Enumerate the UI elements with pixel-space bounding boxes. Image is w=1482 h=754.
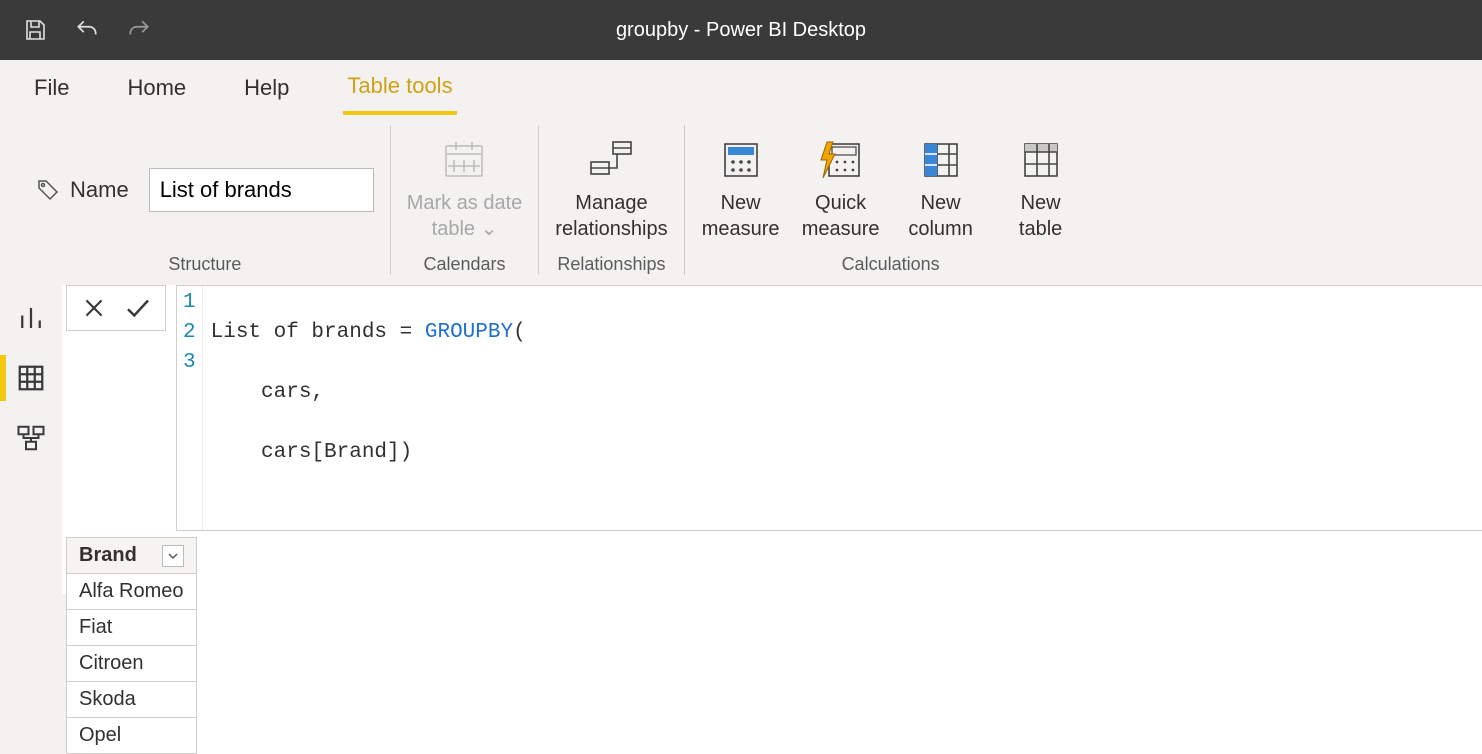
formula-controls [66, 285, 166, 331]
view-rail [0, 285, 62, 594]
model-icon [16, 423, 46, 453]
new-table-button[interactable]: New table [1001, 138, 1081, 242]
chevron-down-icon [167, 550, 179, 562]
model-view-button[interactable] [4, 411, 58, 465]
filter-dropdown-button[interactable] [162, 545, 184, 567]
ribbon-tabs: File Home Help Table tools [0, 60, 1482, 115]
undo-icon[interactable] [72, 15, 102, 45]
chevron-down-icon: ⌄ [481, 218, 498, 240]
group-label-structure: Structure [168, 254, 241, 281]
new-column-button[interactable]: New column [901, 138, 981, 242]
new-measure-button[interactable]: New measure [701, 138, 781, 242]
title-bar: groupby - Power BI Desktop [0, 0, 1482, 60]
relationships-icon [587, 138, 635, 182]
new-table-icon [1017, 138, 1065, 182]
quick-access-toolbar [20, 15, 154, 45]
cancel-formula-button[interactable] [77, 291, 111, 325]
name-label: Name [36, 177, 129, 203]
workspace: 1 2 3 List of brands = GROUPBY( cars, ca… [0, 285, 1482, 594]
table-name-input[interactable] [149, 168, 374, 212]
tag-icon [36, 178, 60, 202]
ribbon: Name Structure Mark as date [0, 115, 1482, 285]
table-row[interactable]: Opel [67, 718, 197, 754]
window-title: groupby - Power BI Desktop [616, 19, 866, 42]
report-view-button[interactable] [4, 291, 58, 345]
group-label-relationships: Relationships [557, 254, 665, 281]
group-label-calculations: Calculations [842, 254, 940, 281]
group-structure: Name Structure [20, 115, 390, 285]
check-icon [123, 293, 153, 323]
table-row[interactable]: Alfa Romeo [67, 574, 197, 610]
column-header-brand[interactable]: Brand [67, 538, 197, 574]
table-icon [16, 363, 46, 393]
tab-table-tools[interactable]: Table tools [343, 61, 456, 115]
group-relationships: Manage relationships Relationships [539, 115, 683, 285]
mark-as-date-table-button: Mark as date table ⌄ [407, 138, 523, 242]
formula-editor[interactable]: 1 2 3 List of brands = GROUPBY( cars, ca… [176, 285, 1482, 531]
calendar-icon [440, 138, 488, 182]
group-calculations: New measure [685, 115, 1097, 285]
data-view-button[interactable] [4, 351, 58, 405]
table-row[interactable]: Citroen [67, 646, 197, 682]
formula-gutter: 1 2 3 [177, 286, 203, 530]
table-row[interactable]: Skoda [67, 682, 197, 718]
table-row[interactable]: Fiat [67, 610, 197, 646]
quick-measure-button[interactable]: Quick measure [801, 138, 881, 242]
bar-chart-icon [16, 303, 46, 333]
data-grid: Brand Alfa Romeo Fiat Citroen Skoda Opel [66, 537, 1482, 754]
tab-file[interactable]: File [30, 63, 73, 113]
quick-measure-icon [817, 138, 865, 182]
canvas: 1 2 3 List of brands = GROUPBY( cars, ca… [62, 285, 1482, 594]
group-label-calendars: Calendars [423, 254, 505, 281]
formula-bar: 1 2 3 List of brands = GROUPBY( cars, ca… [62, 285, 1482, 531]
save-icon[interactable] [20, 15, 50, 45]
new-measure-icon [717, 138, 765, 182]
tab-home[interactable]: Home [123, 63, 190, 113]
group-calendars: Mark as date table ⌄ Calendars [391, 115, 539, 285]
redo-icon[interactable] [124, 15, 154, 45]
tab-help[interactable]: Help [240, 63, 293, 113]
manage-relationships-button[interactable]: Manage relationships [555, 138, 667, 242]
close-icon [81, 295, 107, 321]
new-column-icon [917, 138, 965, 182]
formula-code[interactable]: List of brands = GROUPBY( cars, cars[Bra… [203, 286, 534, 530]
commit-formula-button[interactable] [121, 291, 155, 325]
